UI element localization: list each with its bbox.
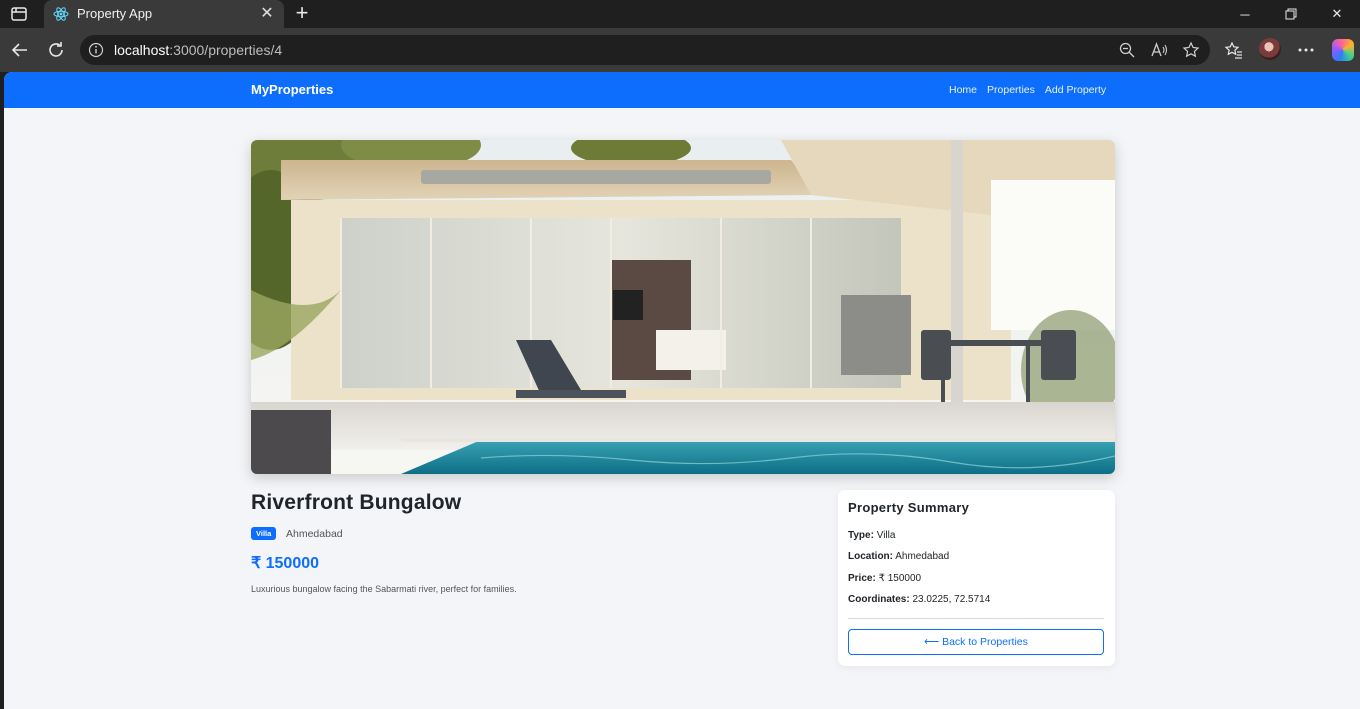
summary-location-row: Location: Ahmedabad (848, 551, 949, 562)
property-summary-card: Property Summary Type: Villa Location: A… (838, 490, 1115, 666)
summary-type-label: Type: (848, 530, 874, 541)
restore-icon[interactable] (1268, 0, 1314, 28)
browser-toolbar: localhost:3000/properties/4 (0, 28, 1360, 72)
summary-type-row: Type: Villa (848, 530, 895, 541)
url-text: localhost:3000/properties/4 (114, 42, 282, 58)
summary-type-value: Villa (876, 530, 896, 541)
summary-coordinates-row: Coordinates: 23.0225, 72.5714 (848, 594, 990, 605)
window-controls: ─ ✕ (1222, 0, 1360, 28)
site-info-icon[interactable] (88, 42, 104, 58)
summary-price-row: Price: ₹ 150000 (848, 573, 921, 584)
minimize-icon[interactable]: ─ (1222, 0, 1268, 28)
tab-title: Property App (77, 6, 153, 21)
reload-icon[interactable] (45, 39, 67, 61)
favorite-star-icon[interactable] (1182, 41, 1200, 59)
summary-price-label: Price: (848, 573, 876, 584)
property-title: Riverfront Bungalow (251, 491, 462, 514)
summary-location-label: Location: (848, 551, 893, 562)
url-path: :3000/properties/4 (169, 42, 283, 58)
back-arrow-icon[interactable] (9, 39, 31, 61)
react-logo-icon (53, 6, 69, 22)
tab-actions-icon[interactable] (10, 5, 28, 23)
favorites-icon[interactable] (1223, 39, 1245, 61)
property-type-badge: Villa (251, 527, 277, 540)
address-bar[interactable]: localhost:3000/properties/4 (80, 35, 1210, 65)
profile-avatar[interactable] (1259, 38, 1281, 60)
property-description: Luxurious bungalow facing the Sabarmati … (251, 584, 517, 594)
summary-divider (848, 618, 1104, 619)
browser-tabstrip: Property App ✕ + ─ ✕ (0, 0, 1360, 28)
property-city: Ahmedabad (286, 528, 343, 540)
copilot-icon[interactable] (1332, 39, 1354, 61)
new-tab-icon[interactable]: + (291, 2, 313, 25)
nav-link-properties[interactable]: Properties (987, 84, 1035, 96)
summary-location-value: Ahmedabad (895, 551, 950, 562)
property-image (251, 140, 1115, 474)
nav-link-add-property[interactable]: Add Property (1045, 84, 1106, 96)
property-price: ₹ 150000 (251, 555, 320, 572)
read-aloud-icon[interactable] (1150, 41, 1168, 59)
summary-coordinates-value: 23.0225, 72.5714 (912, 594, 991, 605)
zoom-out-icon[interactable] (1118, 41, 1136, 59)
tab-close-icon[interactable]: ✕ (258, 5, 276, 23)
brand-logo[interactable]: MyProperties (251, 82, 333, 97)
close-window-icon[interactable]: ✕ (1314, 0, 1360, 28)
site-navbar: MyProperties Home Properties Add Propert… (4, 72, 1360, 108)
more-menu-icon[interactable] (1295, 39, 1317, 61)
summary-coordinates-label: Coordinates: (848, 594, 910, 605)
browser-tab-active[interactable]: Property App ✕ (44, 0, 284, 28)
summary-title: Property Summary (848, 500, 970, 515)
nav-links: Home Properties Add Property (949, 84, 1106, 96)
back-to-properties-button[interactable]: ⟵ Back to Properties (848, 629, 1104, 655)
url-host: localhost (114, 42, 170, 58)
page-viewport: MyProperties Home Properties Add Propert… (4, 72, 1360, 709)
summary-price-value: ₹ 150000 (878, 573, 922, 584)
nav-link-home[interactable]: Home (949, 84, 977, 96)
